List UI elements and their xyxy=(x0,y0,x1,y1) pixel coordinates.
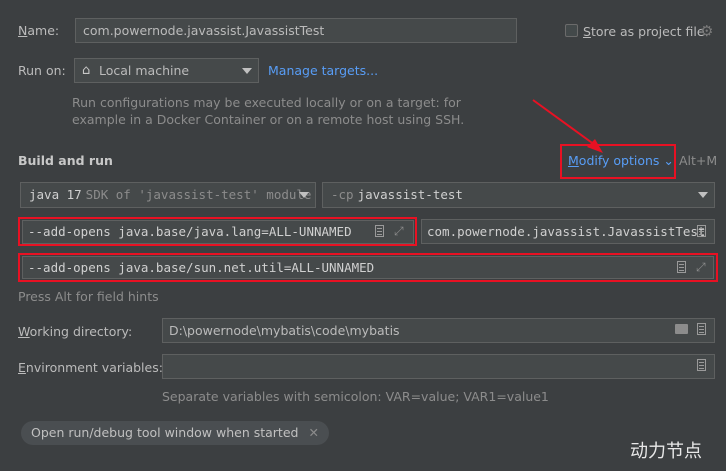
expand-doc-icon-2[interactable] xyxy=(677,261,686,273)
close-icon[interactable]: ✕ xyxy=(308,425,318,440)
run-on-value: Local machine xyxy=(99,63,190,78)
modify-options-shortcut: Alt+M xyxy=(679,153,718,168)
chevron-down-icon[interactable] xyxy=(242,68,252,74)
env-vars-input[interactable] xyxy=(162,354,715,379)
gear-icon[interactable]: ⚙ xyxy=(700,22,713,40)
working-directory-label: Working directory: xyxy=(18,324,133,339)
build-and-run-title: Build and run xyxy=(18,153,113,168)
watermark: 动力节点 xyxy=(630,441,702,462)
open-tool-window-label: Open run/debug tool window when started xyxy=(31,425,299,440)
name-label: Name: xyxy=(18,23,60,38)
field-hint-text: Press Alt for field hints xyxy=(18,289,159,304)
manage-targets-link[interactable]: Manage targets... xyxy=(268,63,378,78)
classpath-select[interactable]: -cp javassist-test xyxy=(322,182,715,208)
jdk-chevron-down-icon[interactable] xyxy=(299,192,309,198)
name-input[interactable]: com.powernode.javassist.JavassistTest xyxy=(75,18,517,43)
run-on-label: Run on: xyxy=(18,63,66,78)
env-vars-doc-icon[interactable] xyxy=(697,359,706,371)
jdk-select[interactable]: java 17 SDK of 'javassist-test' module xyxy=(20,182,316,208)
classpath-module: javassist-test xyxy=(357,187,463,202)
classpath-flag: -cp xyxy=(331,187,354,202)
run-on-hint-line2: example in a Docker Container or on a re… xyxy=(72,112,465,127)
classpath-chevron-down-icon[interactable] xyxy=(698,192,708,198)
expand-doc-icon[interactable] xyxy=(375,225,384,237)
working-directory-doc-icon[interactable] xyxy=(697,323,706,335)
run-on-hint-line1: Run configurations may be executed local… xyxy=(72,95,461,110)
working-directory-input[interactable]: D:\powernode\mybatis\code\mybatis xyxy=(162,318,715,343)
browse-doc-icon[interactable] xyxy=(697,225,706,237)
main-class-input[interactable]: com.powernode.javassist.JavassistTest xyxy=(421,219,715,244)
vm-options-input-1[interactable]: --add-opens java.base/java.lang=ALL-UNNA… xyxy=(22,220,414,244)
expand-icon-2[interactable]: ⤢ xyxy=(696,261,706,273)
store-project-file-checkbox[interactable] xyxy=(565,24,578,37)
store-project-file-label: Store as project file xyxy=(583,24,705,39)
env-vars-label: Environment variables: xyxy=(18,360,163,375)
run-on-select[interactable]: Local machine xyxy=(74,58,259,83)
home-icon: ⌂ xyxy=(82,63,91,78)
folder-icon[interactable] xyxy=(675,324,688,334)
jdk-version: java 17 xyxy=(29,187,82,202)
env-vars-hint: Separate variables with semicolon: VAR=v… xyxy=(162,389,549,404)
expand-icon[interactable]: ⤢ xyxy=(394,225,404,237)
open-tool-window-tag[interactable]: Open run/debug tool window when started … xyxy=(21,421,329,445)
annotation-arrow xyxy=(532,99,603,153)
jdk-description: SDK of 'javassist-test' module xyxy=(85,187,312,202)
vm-options-input-2[interactable]: --add-opens java.base/sun.net.util=ALL-U… xyxy=(22,256,714,279)
